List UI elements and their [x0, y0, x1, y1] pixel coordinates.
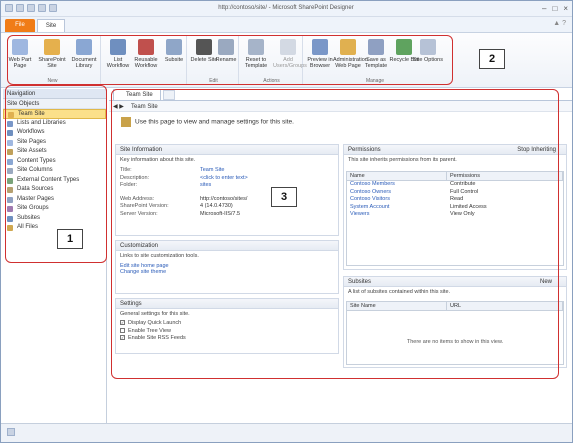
tab-file[interactable]: File	[5, 19, 35, 32]
close-icon[interactable]: ×	[563, 4, 568, 13]
callout-box-1	[5, 85, 107, 263]
callout-box-2	[7, 35, 453, 85]
window-title: http://contoso/site/ - Microsoft SharePo…	[218, 5, 354, 11]
callout-box-3	[111, 89, 559, 379]
tab-site[interactable]: Site	[37, 19, 65, 32]
status-icon	[7, 428, 15, 436]
app-window: http://contoso/site/ - Microsoft SharePo…	[0, 0, 573, 443]
refresh-icon[interactable]	[38, 4, 46, 12]
maximize-icon[interactable]: □	[552, 4, 557, 13]
undo-icon[interactable]	[16, 4, 24, 12]
callout-label-3: 3	[271, 187, 297, 207]
minimize-icon[interactable]: –	[542, 4, 546, 13]
status-bar	[1, 423, 572, 442]
preview-icon[interactable]	[49, 4, 57, 12]
save-icon[interactable]	[5, 4, 13, 12]
redo-icon[interactable]	[27, 4, 35, 12]
callout-label-2: 2	[479, 49, 505, 69]
callout-label-1: 1	[57, 229, 83, 249]
ribbon-tabs: File Site ▲ ?	[1, 17, 572, 33]
help-icon[interactable]: ▲ ?	[553, 20, 566, 27]
quick-access-toolbar	[5, 4, 57, 12]
title-bar: http://contoso/site/ - Microsoft SharePo…	[1, 1, 572, 17]
